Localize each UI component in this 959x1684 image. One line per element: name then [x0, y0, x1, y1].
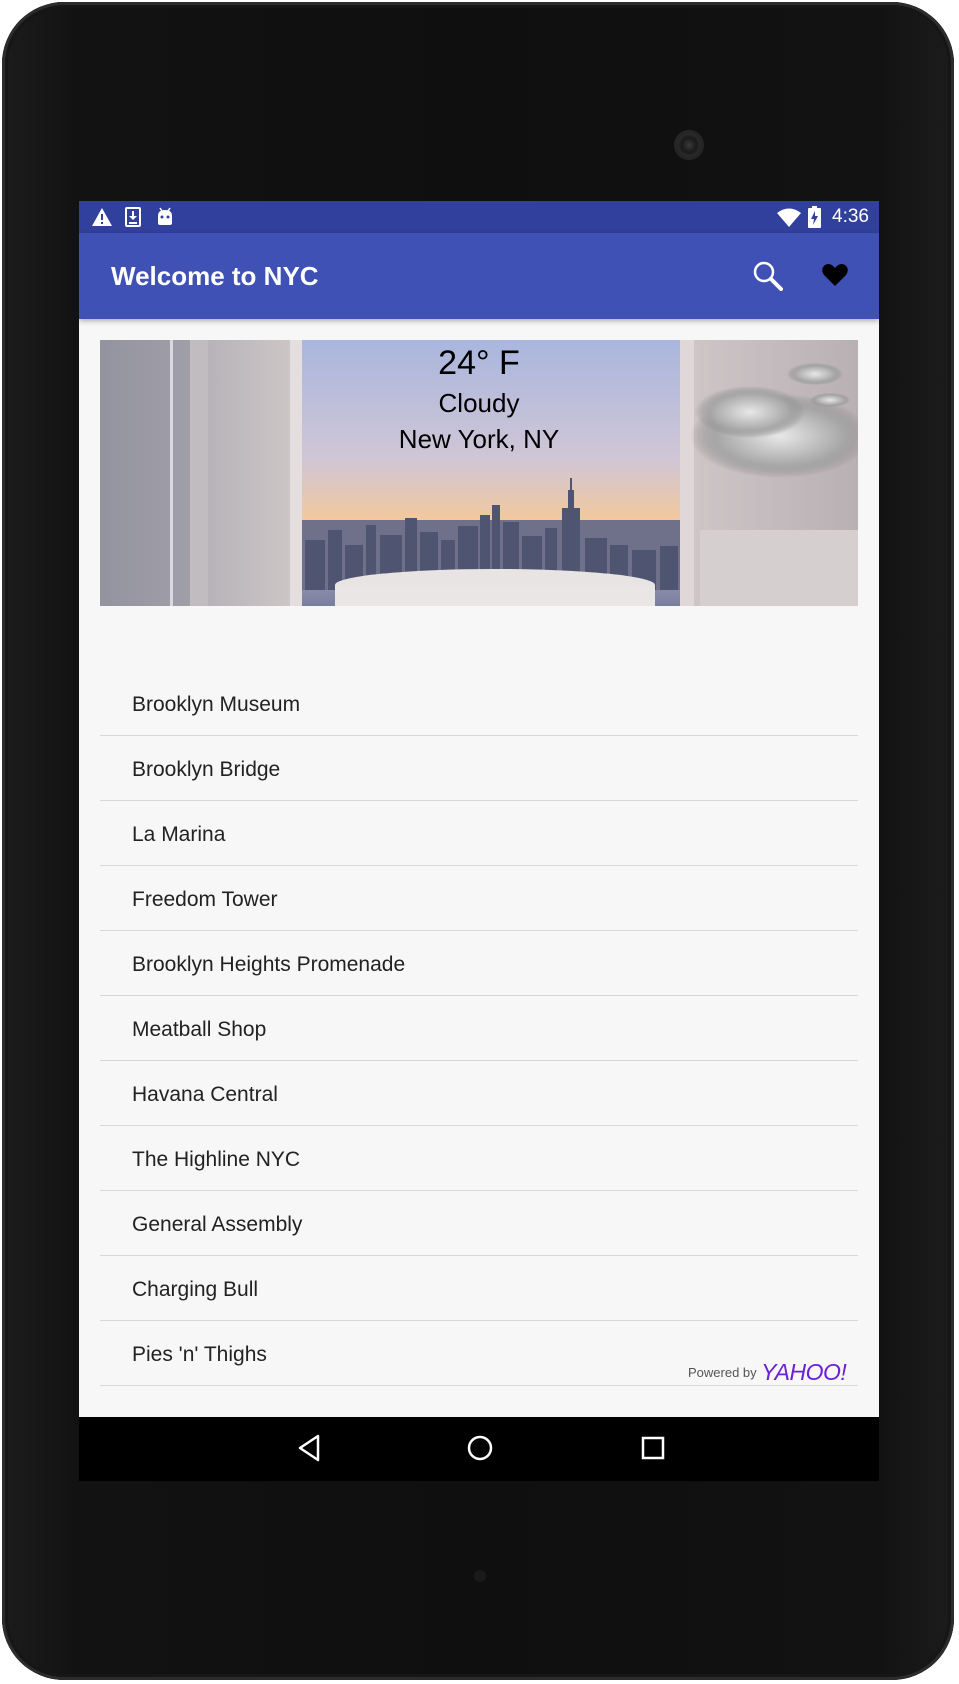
weather-location: New York, NY	[398, 424, 560, 454]
heart-icon[interactable]	[822, 263, 848, 292]
battery-charging-icon	[808, 206, 821, 233]
list-item-label: The Highline NYC	[132, 1148, 301, 1171]
list-item-label: Pies 'n' Thighs	[132, 1343, 267, 1366]
list-item-label: Brooklyn Museum	[132, 693, 301, 716]
front-camera	[674, 130, 704, 160]
wifi-icon	[777, 208, 801, 232]
attribution-label: Powered by	[688, 1365, 757, 1380]
list-item[interactable]: General Assembly	[100, 1191, 858, 1256]
yahoo-logo: YAHOO!	[761, 1359, 847, 1385]
recents-icon[interactable]	[639, 1433, 667, 1468]
weather-temperature: 24° F	[438, 344, 520, 382]
app-screen: 4:36 Welcome to NYC 24° F Cloudy New Yor…	[79, 201, 879, 1481]
back-icon[interactable]	[296, 1433, 322, 1468]
list-item[interactable]: Brooklyn Museum	[100, 671, 858, 736]
list-item-label: Meatball Shop	[132, 1018, 267, 1041]
list-item-label: Charging Bull	[132, 1278, 259, 1301]
list-item-label: General Assembly	[132, 1213, 303, 1236]
status-bar: 4:36	[79, 201, 879, 233]
list-item[interactable]: Brooklyn Bridge	[100, 736, 858, 801]
android-debug-icon	[155, 207, 175, 232]
weather-card[interactable]: 24° F Cloudy New York, NY	[100, 340, 858, 606]
list-item[interactable]: Brooklyn Heights Promenade	[100, 931, 858, 996]
list-item[interactable]: Charging Bull	[100, 1256, 858, 1321]
list-item[interactable]: The Highline NYC	[100, 1126, 858, 1191]
app-title: Welcome to NYC	[111, 261, 319, 291]
list-item-label: Brooklyn Heights Promenade	[132, 953, 406, 976]
list-item[interactable]: Freedom Tower	[100, 866, 858, 931]
list-item-label: La Marina	[132, 823, 226, 846]
weather-condition: Cloudy	[438, 388, 520, 418]
list-item-label: Brooklyn Bridge	[132, 758, 281, 781]
tablet-device: 4:36 Welcome to NYC 24° F Cloudy New Yor…	[0, 0, 959, 1684]
download-icon	[125, 207, 141, 232]
list-item-label: Havana Central	[132, 1083, 278, 1106]
list-item[interactable]: Havana Central	[100, 1061, 858, 1126]
search-icon[interactable]	[751, 259, 783, 296]
list-item-label: Freedom Tower	[132, 888, 278, 911]
navigation-bar	[79, 1417, 879, 1481]
list-item[interactable]: Meatball Shop	[100, 996, 858, 1061]
home-icon[interactable]	[465, 1433, 495, 1468]
app-bar: Welcome to NYC	[79, 233, 879, 319]
yahoo-attribution[interactable]: Powered by YAHOO!	[688, 1359, 847, 1386]
light-sensor	[474, 1570, 486, 1582]
warning-icon	[91, 207, 113, 232]
places-list: Brooklyn Museum Brooklyn Bridge La Marin…	[100, 671, 858, 1386]
clock: 4:36	[832, 206, 869, 227]
list-item[interactable]: La Marina	[100, 801, 858, 866]
